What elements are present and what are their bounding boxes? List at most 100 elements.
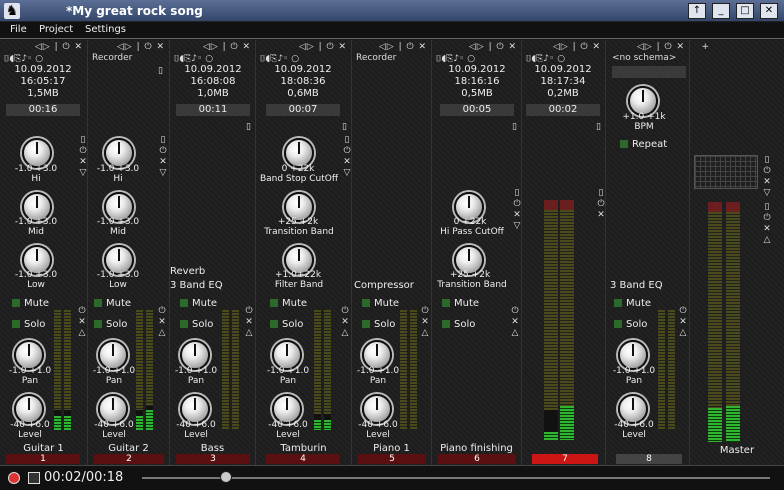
master-fx-controls[interactable]: ▯ ⏻ ✕ △	[762, 202, 772, 246]
mute-button[interactable]: Mute	[270, 298, 307, 309]
meter-right	[232, 310, 239, 430]
channel-strip-4: ◁▷ | ⏻ ✕ ⌷◖⎘♪◦ ○ 10.09.2012 18:08:36 0,6MB…	[256, 40, 352, 465]
meter-left	[544, 200, 558, 440]
seek-thumb[interactable]	[220, 471, 232, 483]
strip-controls[interactable]: ⏻ ✕ △	[157, 306, 167, 339]
master-meter-left	[708, 202, 722, 442]
fx-controls[interactable]: ▯ ⏻ ✕ ▽	[342, 135, 352, 179]
fx-controls[interactable]: ▯ ⏻ ✕ ▽	[512, 188, 522, 232]
master-name: Master	[719, 445, 755, 456]
mute-button[interactable]: Mute	[362, 298, 399, 309]
repeat-button[interactable]: Repeat	[620, 139, 667, 150]
menu-file[interactable]: File	[10, 24, 27, 35]
clip-info: 10.09.2012 16:05:17 1,5MB	[14, 64, 72, 99]
seek-track[interactable]	[142, 477, 770, 479]
pan-label: Pan	[21, 376, 39, 386]
solo-button[interactable]: Solo	[180, 319, 213, 330]
title-bar: ♞ *My great rock song ↑ _ □ ✕	[0, 0, 784, 22]
schema-select[interactable]: <no schema>	[612, 53, 676, 63]
strip-header-icons[interactable]: ◁▷ | ⏻ ✕	[553, 42, 601, 52]
mute-button[interactable]: Mute	[614, 298, 651, 309]
maximize-icon[interactable]: □	[736, 3, 754, 19]
strip-header-icons[interactable]: ◁▷ | ⏻ ✕	[379, 42, 427, 52]
channel-strip-3: ◁▷ | ⏻ ✕ ⌷◖⎘♪◦ ○ 10.09.2012 16:08:08 1,0MB…	[170, 40, 256, 465]
strip-header-icons[interactable]: ◁▷ | ⏻ ✕	[299, 42, 347, 52]
strip-controls[interactable]: ⏻ ✕ △	[510, 306, 520, 339]
fx-eq[interactable]: 3 Band EQ	[170, 280, 223, 291]
strip-header-icons[interactable]: ◁▷ | ⏻ ✕	[35, 42, 83, 52]
schema-box	[612, 66, 686, 78]
meter-right	[64, 310, 71, 430]
pattern-grid[interactable]	[694, 155, 758, 189]
playback-time: 00:02/00:18	[44, 470, 124, 485]
channel-number[interactable]: 1	[6, 454, 80, 464]
recorder-label: Recorder	[92, 53, 133, 63]
master-controls[interactable]: ▯ ⏻ ✕ ▽	[762, 155, 772, 199]
solo-button[interactable]: Solo	[12, 319, 45, 330]
meter-left	[136, 310, 143, 430]
fx-compressor[interactable]: Compressor	[354, 280, 414, 291]
solo-button[interactable]: Solo	[614, 319, 647, 330]
meter-left	[658, 310, 665, 430]
file-icons[interactable]: ⌷◖⎘♪◦ ○	[526, 54, 565, 64]
strip-controls[interactable]: ⏻ ✕ △	[244, 306, 254, 339]
menu-project[interactable]: Project	[39, 24, 73, 35]
strip-controls[interactable]: ⏻ ✕ △	[77, 306, 87, 339]
meter-left	[54, 310, 61, 430]
menu-settings[interactable]: Settings	[85, 24, 126, 35]
meter-left	[314, 310, 321, 430]
app-logo-icon: ♞	[4, 3, 20, 19]
fx-controls[interactable]: ▯ ⏻ ✕ ▽	[78, 135, 88, 179]
solo-button[interactable]: Solo	[270, 319, 303, 330]
meter-right	[668, 310, 675, 430]
channel-name: Guitar 1	[23, 443, 64, 454]
meter-left	[222, 310, 229, 430]
file-icons[interactable]: ⌷◖⎘♪◦ ○	[174, 54, 213, 64]
mute-button[interactable]: Mute	[180, 298, 217, 309]
fx-reverb[interactable]: Reverb	[170, 266, 205, 277]
strip-controls[interactable]: ▯ ⏻ ✕	[596, 188, 606, 221]
add-strip-icon[interactable]: +	[701, 42, 710, 52]
fx-eq[interactable]: 3 Band EQ	[610, 280, 663, 291]
eq-hi-label: Hi	[31, 174, 41, 184]
minimize-icon[interactable]: _	[712, 3, 730, 19]
strip-controls[interactable]: ⏻ ✕ △	[420, 306, 430, 339]
window-title: *My great rock song	[66, 4, 203, 18]
level-label: Level	[18, 430, 42, 440]
plugin-icon[interactable]: ▯	[246, 122, 251, 133]
fx-controls[interactable]: ▯ ⏻ ✕ ▽	[158, 135, 168, 179]
channel-strip-2: ◁▷ | ⏻ ✕ Recorder ▯ -1.0 +3.0 Hi -1.0 +3…	[88, 40, 170, 465]
meter-left	[400, 310, 407, 430]
transport-bar: 00:02/00:18	[0, 465, 784, 490]
file-icons[interactable]: ⌷◖⎘♪◦ ○	[260, 54, 299, 64]
record-button[interactable]	[8, 472, 20, 484]
master-meter-right	[726, 202, 740, 442]
solo-button[interactable]: Solo	[362, 319, 395, 330]
file-icons[interactable]: ⌷◖⎘♪◦ ○	[436, 54, 475, 64]
mute-button[interactable]: Mute	[12, 298, 49, 309]
strip-header-icons[interactable]: ◁▷ | ⏻ ✕	[117, 42, 165, 52]
plugin-icon[interactable]: ▯	[596, 122, 601, 133]
up-icon[interactable]: ↑	[688, 3, 706, 19]
mute-button[interactable]: Mute	[94, 298, 131, 309]
strip-header-icons[interactable]: ◁▷ | ⏻ ✕	[203, 42, 251, 52]
plugin-icon[interactable]: ▯	[342, 122, 347, 133]
solo-button[interactable]: Solo	[442, 319, 475, 330]
eq-low-label: Low	[27, 280, 45, 290]
menu-bar: File Project Settings	[0, 22, 784, 39]
strip-controls[interactable]: ⏻ ✕ △	[340, 306, 350, 339]
file-icons[interactable]: ⌷◖⎘♪◦ ○	[4, 54, 43, 64]
channel-strip-5: ◁▷ | ⏻ ✕ Recorder Compressor Mute Solo -…	[352, 40, 432, 465]
plugin-icon[interactable]: ▯	[512, 122, 517, 133]
solo-button[interactable]: Solo	[94, 319, 127, 330]
channel-strip-6: ◁▷ | ⏻ ✕ ⌷◖⎘♪◦ ○ 10.09.2012 18:16:16 0,5MB…	[432, 40, 522, 465]
mute-button[interactable]: Mute	[442, 298, 479, 309]
strip-header-icons[interactable]: ◁▷ | ⏻ ✕	[637, 42, 685, 52]
close-icon[interactable]: ✕	[760, 3, 778, 19]
channel-strip-1: ◁▷ | ⏻ ✕ ⌷◖⎘♪◦ ○ 10.09.2012 16:05:17 1,5MB…	[0, 40, 88, 465]
channel-strip-8: ◁▷ | ⏻ ✕ <no schema> +1.0 +1k BPM Repeat…	[606, 40, 690, 465]
strip-header-icons[interactable]: ◁▷ | ⏻ ✕	[469, 42, 517, 52]
plugin-icon[interactable]: ▯	[158, 66, 163, 77]
stop-button[interactable]	[28, 472, 40, 484]
strip-controls[interactable]: ⏻ ✕ △	[678, 306, 688, 339]
